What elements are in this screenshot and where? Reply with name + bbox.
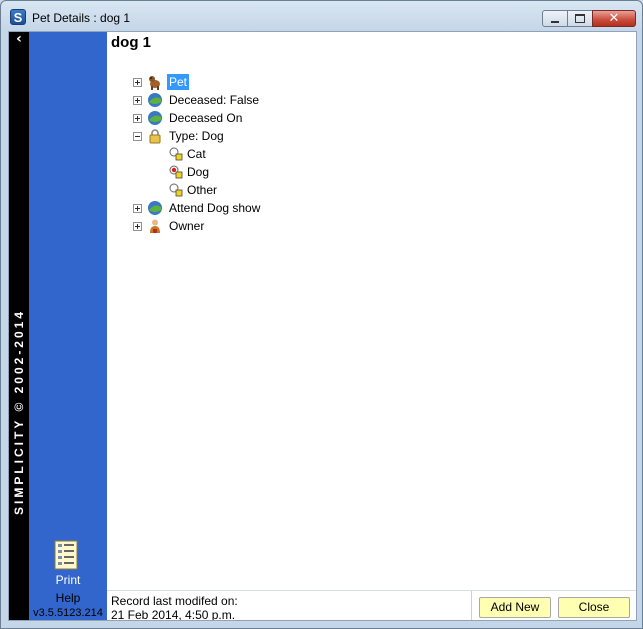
tree-node-deceased-on[interactable]: Deceased On xyxy=(133,109,244,127)
field-icon xyxy=(148,201,162,215)
radio-lock-icon xyxy=(169,183,183,197)
option-other[interactable]: Other xyxy=(169,181,219,199)
expand-icon[interactable] xyxy=(133,221,142,231)
collapse-icon[interactable] xyxy=(133,131,142,141)
dog-icon xyxy=(149,76,160,90)
help-link[interactable]: Help xyxy=(29,591,107,605)
title-bar[interactable]: S Pet Details : dog 1 ✕ xyxy=(1,1,642,31)
tree-node-owner[interactable]: Owner xyxy=(133,217,206,235)
close-button[interactable]: Close xyxy=(558,597,630,618)
footer-separator xyxy=(471,591,472,620)
tree-node-deceased[interactable]: Deceased: False xyxy=(133,91,261,109)
collapse-sidebar-icon[interactable]: ‹ xyxy=(11,32,27,48)
tree-node-type[interactable]: Type: Dog xyxy=(133,127,226,145)
tree-node-label: Deceased: False xyxy=(169,93,260,107)
field-icon xyxy=(148,93,162,107)
record-modified-date: 21 Feb 2014, 4:50 p.m. xyxy=(111,608,236,621)
brand-strip: ‹ SIMPLICITY © 2002-2014 xyxy=(9,32,29,620)
version-label: v3.5.5123.214 xyxy=(33,607,103,619)
field-icon xyxy=(148,111,162,125)
tree-node-attend-dog-show[interactable]: Attend Dog show xyxy=(133,199,262,217)
close-window-button[interactable]: ✕ xyxy=(592,10,636,27)
radio-lock-icon xyxy=(169,165,183,179)
window-title: Pet Details : dog 1 xyxy=(32,11,131,25)
maximize-button[interactable] xyxy=(567,10,593,27)
pet-details-window: S Pet Details : dog 1 ✕ ‹ SIMPLICITY © 2… xyxy=(0,0,643,629)
option-cat[interactable]: Cat xyxy=(169,145,208,163)
copyright-vertical-text: SIMPLICITY © 2002-2014 xyxy=(12,308,26,516)
close-icon: ✕ xyxy=(608,11,620,26)
person-icon xyxy=(150,219,160,233)
app-icon: S xyxy=(10,9,26,25)
minimize-button[interactable] xyxy=(542,10,568,27)
option-dog[interactable]: Dog xyxy=(169,163,211,181)
record-title: dog 1 xyxy=(111,34,151,51)
lock-icon xyxy=(149,129,161,144)
tree-node-label: Type: Dog xyxy=(169,129,224,143)
option-label: Dog xyxy=(187,165,210,179)
print-link[interactable]: Print xyxy=(29,573,107,587)
radio-lock-icon xyxy=(169,147,183,161)
expand-icon[interactable] xyxy=(133,77,142,87)
expand-icon[interactable] xyxy=(133,203,142,213)
expand-icon[interactable] xyxy=(133,95,142,105)
minimize-icon xyxy=(551,20,559,23)
expand-icon[interactable] xyxy=(133,113,142,123)
add-new-button[interactable]: Add New xyxy=(479,597,551,618)
print-icon[interactable] xyxy=(54,540,78,570)
option-label: Other xyxy=(187,183,218,197)
tree-node-label: Attend Dog show xyxy=(169,201,261,215)
sidebar-panel: Print Help v3.5.5123.214 xyxy=(29,32,107,620)
client-area: ‹ SIMPLICITY © 2002-2014 Print Help v3.5… xyxy=(8,31,637,621)
tree-node-label: Owner xyxy=(169,219,205,233)
window-controls: ✕ xyxy=(542,10,636,28)
option-label: Cat xyxy=(187,147,206,161)
tree-node-label: Pet xyxy=(167,74,190,90)
tree-node-pet[interactable]: Pet xyxy=(133,73,190,91)
record-modified-label: Record last modifed on: xyxy=(111,594,238,608)
maximize-icon xyxy=(575,14,585,23)
tree-node-label: Deceased On xyxy=(169,111,243,125)
footer-divider xyxy=(107,590,636,591)
